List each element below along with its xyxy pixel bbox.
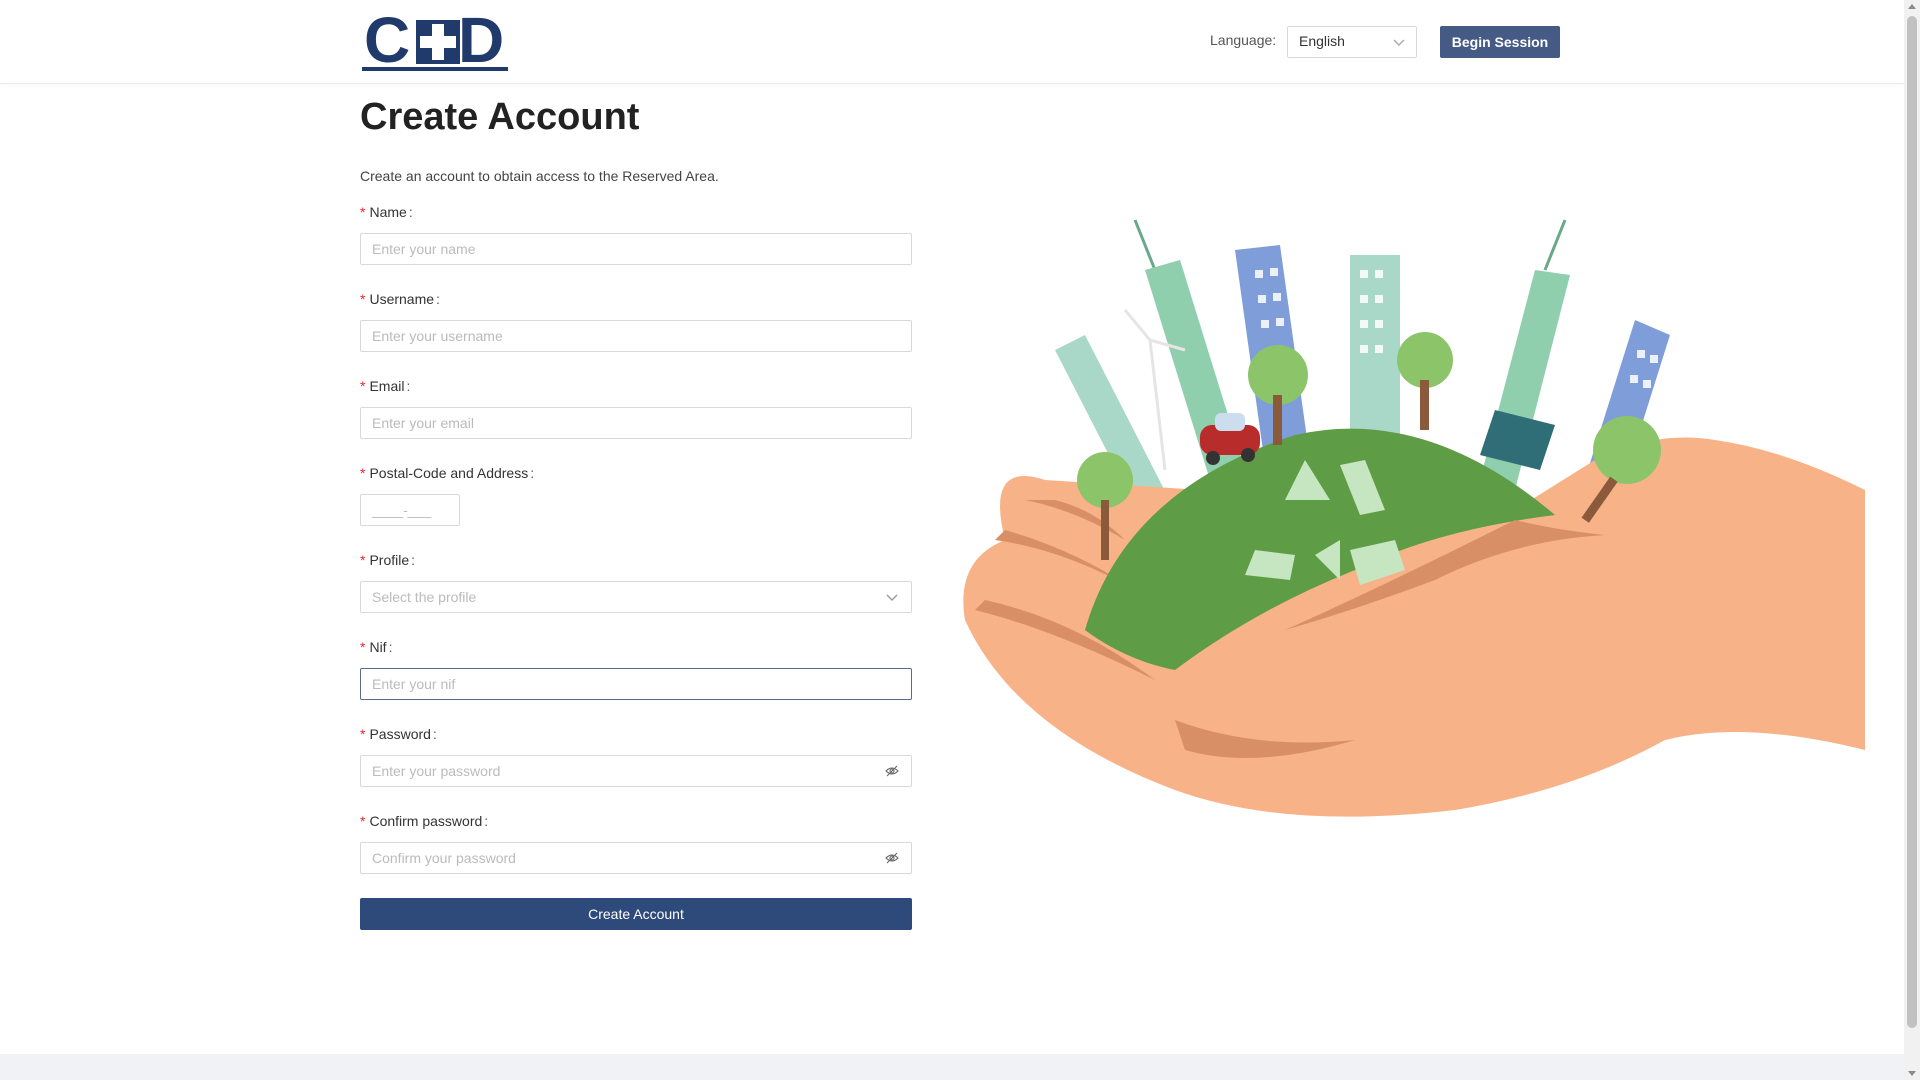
svg-text:D: D [458,6,504,72]
eye-invisible-icon[interactable] [885,851,899,865]
page-footer [0,1054,1904,1080]
postal-code-placeholder: ____-___ [372,502,432,518]
chevron-down-icon [885,590,899,604]
profile-placeholder: Select the profile [372,589,477,605]
svg-text:C: C [364,6,410,72]
email-label: * Email: [360,378,411,394]
profile-select[interactable]: Select the profile [360,581,912,613]
create-account-button[interactable]: Create Account [360,898,912,930]
name-placeholder: Enter your name [372,241,476,257]
cd-logo[interactable]: C D [360,6,510,72]
confirm-password-placeholder: Confirm your password [372,850,516,866]
postal-code-input[interactable]: ____-___ [360,494,460,526]
scroll-down-arrow-icon[interactable] [1908,1071,1916,1076]
eco-city-hand-illustration [955,210,1865,840]
scrollbar[interactable] [1904,0,1920,1080]
language-value: English [1299,33,1345,49]
begin-session-button[interactable]: Begin Session [1440,26,1560,58]
eye-invisible-icon[interactable] [885,764,899,778]
name-input[interactable]: Enter your name [360,233,912,265]
username-placeholder: Enter your username [372,328,503,344]
password-label: * Password: [360,726,437,742]
nif-input[interactable]: Enter your nif [360,668,912,700]
username-input[interactable]: Enter your username [360,320,912,352]
top-header: C D Language: English Begin Session [0,0,1904,84]
page-subtitle: Create an account to obtain access to th… [360,168,719,184]
confirm-password-input[interactable]: Confirm your password [360,842,912,874]
password-placeholder: Enter your password [372,763,501,779]
profile-label: * Profile: [360,552,416,568]
password-input[interactable]: Enter your password [360,755,912,787]
language-select[interactable]: English [1287,26,1417,58]
page-title: Create Account [360,96,640,138]
scroll-up-arrow-icon[interactable] [1908,4,1916,9]
nif-label: * Nif: [360,639,393,655]
postal-code-label: * Postal-Code and Address: [360,465,535,481]
username-label: * Username: [360,291,440,307]
scroll-thumb[interactable] [1907,16,1917,1028]
language-label: Language: [1210,32,1277,48]
chevron-down-icon [1392,35,1406,49]
name-label: * Name: [360,204,413,220]
confirm-password-label: * Confirm password: [360,813,489,829]
email-input[interactable]: Enter your email [360,407,912,439]
nif-placeholder: Enter your nif [372,676,456,692]
email-placeholder: Enter your email [372,415,474,431]
